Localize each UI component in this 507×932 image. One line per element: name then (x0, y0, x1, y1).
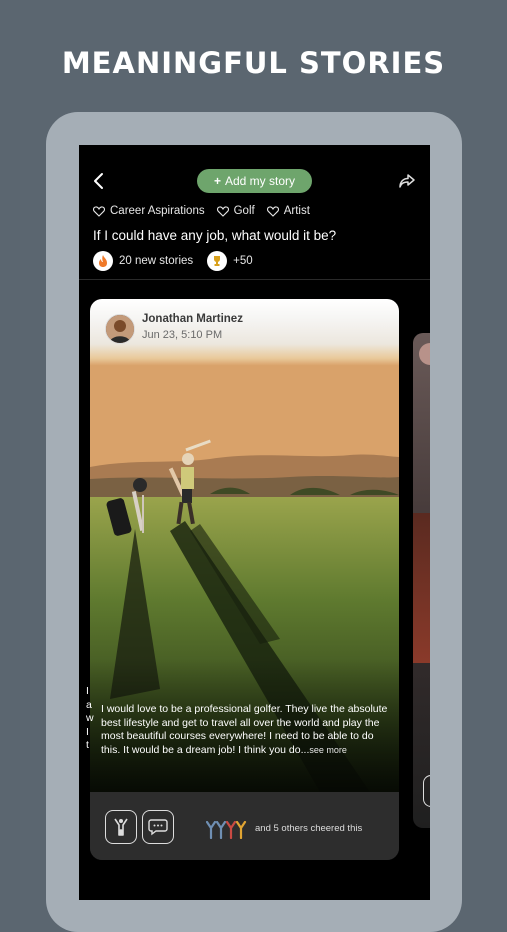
trophy-icon (207, 251, 228, 271)
prompt-stats: 20 new stories +50 (93, 251, 253, 271)
headline: MEANINGFUL STORIES (61, 46, 446, 80)
avatar[interactable] (105, 314, 135, 344)
avatar (419, 343, 430, 365)
author-name[interactable]: Jonathan Martinez (142, 313, 243, 325)
story-text: I would love to be a professional golfer… (101, 703, 393, 757)
trophy-count: +50 (233, 255, 253, 267)
tag-label: Artist (283, 205, 310, 217)
cheerers-icons (206, 821, 252, 839)
next-card-cheer-button[interactable] (423, 775, 430, 807)
next-story-line: t (86, 739, 89, 751)
share-button[interactable] (397, 171, 417, 191)
next-story-line: I (86, 725, 89, 738)
card-footer: and 5 others cheered this (90, 792, 399, 860)
next-story-line: w (86, 712, 94, 724)
divider (79, 279, 430, 280)
comment-button[interactable] (142, 810, 174, 844)
heart-icon (216, 205, 229, 217)
cheer-button[interactable] (105, 810, 137, 844)
stories-stat: 20 new stories (93, 251, 193, 271)
next-story-photo (413, 513, 430, 663)
fire-icon (93, 251, 113, 271)
stories-count: 20 new stories (119, 255, 194, 267)
tag-label: Golf (233, 205, 255, 217)
tag-artist[interactable]: Artist (266, 205, 310, 217)
prompt-question: If I could have any job, what would it b… (93, 228, 337, 243)
next-story-card-peek[interactable] (413, 333, 430, 828)
see-more-link[interactable]: see more (309, 745, 347, 755)
chevron-left-icon (94, 173, 103, 189)
comment-icon (148, 819, 168, 836)
heart-icon (266, 205, 279, 217)
add-my-story-label: Add my story (224, 174, 296, 188)
cheer-icon (114, 818, 128, 836)
next-story-text: I a w I t (86, 685, 94, 753)
heart-icon (93, 205, 105, 217)
next-story-line: I (86, 685, 89, 697)
back-button[interactable] (89, 171, 109, 191)
cheer-people-icon (206, 821, 247, 839)
next-story-line: a (86, 698, 92, 711)
app-screen: + Add my story Career Aspirations Golf Ar… (79, 145, 430, 900)
tag-list: Career Aspirations Golf Artist (93, 205, 310, 217)
tag-career-aspirations[interactable]: Career Aspirations (93, 205, 205, 217)
tag-label: Career Aspirations (110, 205, 205, 217)
trophy-stat: +50 (207, 251, 253, 271)
tag-golf[interactable]: Golf (216, 205, 255, 217)
add-my-story-button[interactable]: + Add my story (197, 169, 312, 193)
cheer-summary[interactable]: and 5 others cheered this (255, 823, 362, 834)
post-date: Jun 23, 5:10 PM (142, 329, 223, 341)
share-icon (399, 174, 415, 188)
plus-icon: + (213, 174, 221, 188)
story-card[interactable]: Jonathan Martinez Jun 23, 5:10 PM I woul… (90, 299, 399, 860)
